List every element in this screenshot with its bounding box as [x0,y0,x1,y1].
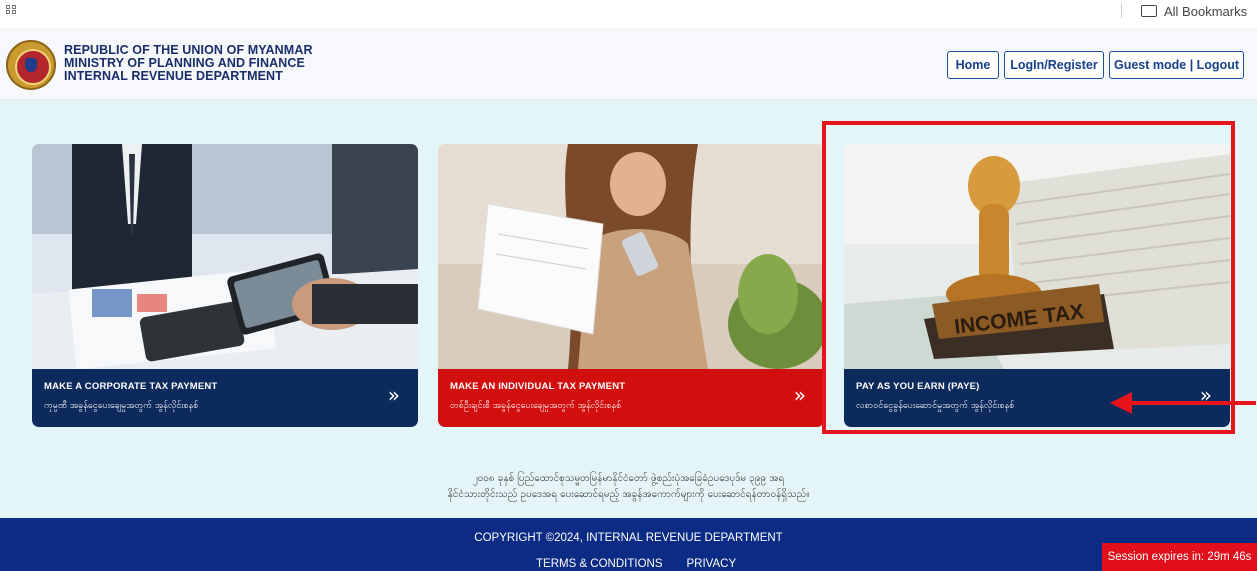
notice-line-2: နိုင်ငံသားတိုင်းသည် ဥပဒေအရ ပေးဆောင်ရမည့်… [447,489,810,500]
organization-name: REPUBLIC OF THE UNION OF MYANMAR MINISTR… [64,44,313,83]
site-footer: COPYRIGHT ©2024, INTERNAL REVENUE DEPART… [0,518,1257,571]
corporate-card-band: MAKE A CORPORATE TAX PAYMENT ကုမ္ပဏီ အခွ… [32,369,418,427]
corporate-tax-image [32,144,418,369]
all-bookmarks-label: All Bookmarks [1164,3,1248,19]
terms-conditions-link[interactable]: TERMS & CONDITIONS [536,558,663,570]
privacy-link[interactable]: PRIVACY [687,558,737,570]
corporate-card-subtitle: ကုမ္ပဏီ အခွန်ငွေပေးချေမှုအတွက် အွန်လိုင်… [44,401,199,411]
government-seal-logo[interactable] [6,40,56,90]
individual-tax-payment-card[interactable]: MAKE AN INDIVIDUAL TAX PAYMENT တစ်ဦးချင်… [438,144,824,427]
notice-line-1: ၂၀၀၈ ခုနှစ် ပြည်ထောင်စုသမ္မတမြန်မာနိုင်င… [472,473,785,484]
bookmarks-bar: All Bookmarks [0,0,1257,22]
session-timer-badge: Session expires in: 29m 46s [1102,543,1257,571]
individual-tax-image [438,144,824,369]
double-chevron-right-icon[interactable]: » [388,383,400,407]
org-line-3: INTERNAL REVENUE DEPARTMENT [64,69,283,83]
bookmarks-divider [1121,4,1122,18]
red-arrow-icon [1110,392,1256,414]
copyright-text: COPYRIGHT ©2024, INTERNAL REVENUE DEPART… [474,532,783,544]
guest-mode-logout-button[interactable]: Guest mode | Logout [1109,51,1244,79]
footer-links: TERMS & CONDITIONS PRIVACY [536,558,736,570]
corporate-card-title: MAKE A CORPORATE TAX PAYMENT [44,381,218,392]
corporate-tax-payment-card[interactable]: MAKE A CORPORATE TAX PAYMENT ကုမ္ပဏီ အခွ… [32,144,418,427]
apps-grid-icon[interactable] [6,5,18,15]
individual-card-subtitle: တစ်ဦးချင်းစီ အခွန်ငွေပေးချေမှုအတွက် အွန်… [450,401,622,411]
login-register-button[interactable]: LogIn/Register [1004,51,1104,79]
individual-card-title: MAKE AN INDIVIDUAL TAX PAYMENT [450,381,626,392]
home-button[interactable]: Home [947,51,999,79]
constitution-notice: ၂၀၀၈ ခုနှစ် ပြည်ထောင်စုသမ္မတမြန်မာနိုင်င… [0,471,1257,503]
individual-card-band: MAKE AN INDIVIDUAL TAX PAYMENT တစ်ဦးချင်… [438,369,824,427]
highlight-box [822,121,1235,434]
main-content: MAKE A CORPORATE TAX PAYMENT ကုမ္ပဏီ အခွ… [0,100,1257,518]
all-bookmarks-button[interactable]: All Bookmarks [1141,2,1247,20]
double-chevron-right-icon[interactable]: » [794,383,806,407]
folder-icon [1141,5,1157,17]
